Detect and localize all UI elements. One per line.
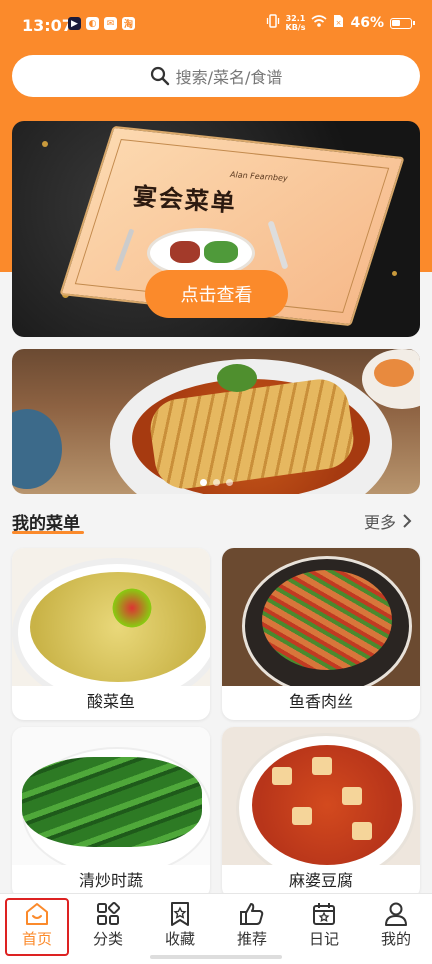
- dish-image: [222, 548, 420, 686]
- grid-icon: [95, 900, 121, 928]
- tab-category[interactable]: 分类: [72, 894, 144, 956]
- wifi-icon: [311, 14, 328, 32]
- tab-label: 日记: [308, 930, 339, 948]
- status-time: 13:07: [22, 16, 73, 35]
- chevron-right-icon: [403, 514, 412, 528]
- carousel-dot[interactable]: [199, 479, 207, 486]
- calendar-icon: [311, 900, 337, 928]
- tab-label: 我的: [380, 930, 411, 948]
- carousel-dot[interactable]: [212, 479, 220, 486]
- battery-percent: 46%: [350, 15, 384, 31]
- sim-icon: ×: [333, 14, 344, 32]
- side-bowl-image: [12, 409, 62, 489]
- search-placeholder: 搜索/菜名/食谱: [175, 68, 283, 87]
- vibrate-icon: [266, 14, 280, 32]
- tab-favorites[interactable]: 收藏: [144, 894, 216, 956]
- dish-image: [12, 548, 210, 686]
- tab-label: 首页: [21, 930, 52, 948]
- tab-label: 分类: [92, 930, 123, 948]
- more-label: 更多: [363, 513, 396, 532]
- net-speed-value: 32.1: [285, 14, 306, 23]
- bookmark-star-icon: [167, 900, 193, 928]
- dish-name: 鱼香肉丝: [288, 692, 353, 711]
- app-notification-icon: ◐: [86, 17, 99, 30]
- search-bar[interactable]: 搜索/菜名/食谱: [12, 55, 420, 97]
- net-speed-unit: KB/s: [285, 23, 306, 32]
- decor-dot: [392, 271, 397, 276]
- tab-home[interactable]: 首页: [1, 894, 73, 956]
- menu-book-title: 宴会菜单: [131, 181, 238, 218]
- status-bar: 13:07 ▶ ◐ ✉ 淘 32.1 KB/s × 46%: [0, 0, 432, 52]
- battery-icon: [390, 17, 415, 29]
- tab-label: 推荐: [236, 930, 267, 948]
- dish-card[interactable]: 鱼香肉丝: [222, 548, 420, 720]
- status-right: 32.1 KB/s × 46%: [266, 14, 415, 32]
- tab-diary[interactable]: 日记: [288, 894, 360, 956]
- home-indicator: [150, 955, 282, 959]
- app-notification-icon: ▶: [68, 17, 81, 30]
- status-notification-icons: ▶ ◐ ✉ 淘: [68, 17, 135, 30]
- dish-image: [12, 727, 210, 865]
- tab-label: 收藏: [164, 930, 195, 948]
- more-link[interactable]: 更多: [364, 509, 412, 533]
- dish-carousel[interactable]: [12, 349, 420, 494]
- tab-recommend[interactable]: 推荐: [216, 894, 288, 956]
- app-notification-icon: 淘: [122, 17, 135, 30]
- carousel-dot[interactable]: [225, 479, 233, 486]
- decor-dot: [42, 141, 48, 147]
- net-speed: 32.1 KB/s: [286, 14, 306, 32]
- my-menu-header: 我的菜单 更多: [12, 505, 420, 537]
- home-icon: [24, 900, 50, 928]
- carousel-herb-image: [217, 364, 257, 392]
- dish-card[interactable]: 清炒时蔬: [12, 727, 210, 899]
- carousel-indicator: [12, 479, 420, 486]
- shrimp-image: [374, 359, 414, 387]
- dish-card[interactable]: 麻婆豆腐: [222, 727, 420, 899]
- dish-name: 酸菜鱼: [86, 692, 135, 711]
- person-icon: [383, 900, 409, 928]
- thumbs-up-icon: [239, 900, 265, 928]
- bottom-tab-bar: 首页 分类 收藏 推荐 日记 我的: [0, 893, 432, 964]
- dish-card[interactable]: 酸菜鱼: [12, 548, 210, 720]
- dish-image: [222, 727, 420, 865]
- tab-mine[interactable]: 我的: [360, 894, 432, 956]
- svg-text:×: ×: [336, 19, 342, 27]
- app-notification-icon: ✉: [104, 17, 117, 30]
- title-underline: [12, 531, 84, 534]
- banner-view-button[interactable]: 点击查看: [145, 270, 288, 318]
- search-icon: [150, 66, 170, 86]
